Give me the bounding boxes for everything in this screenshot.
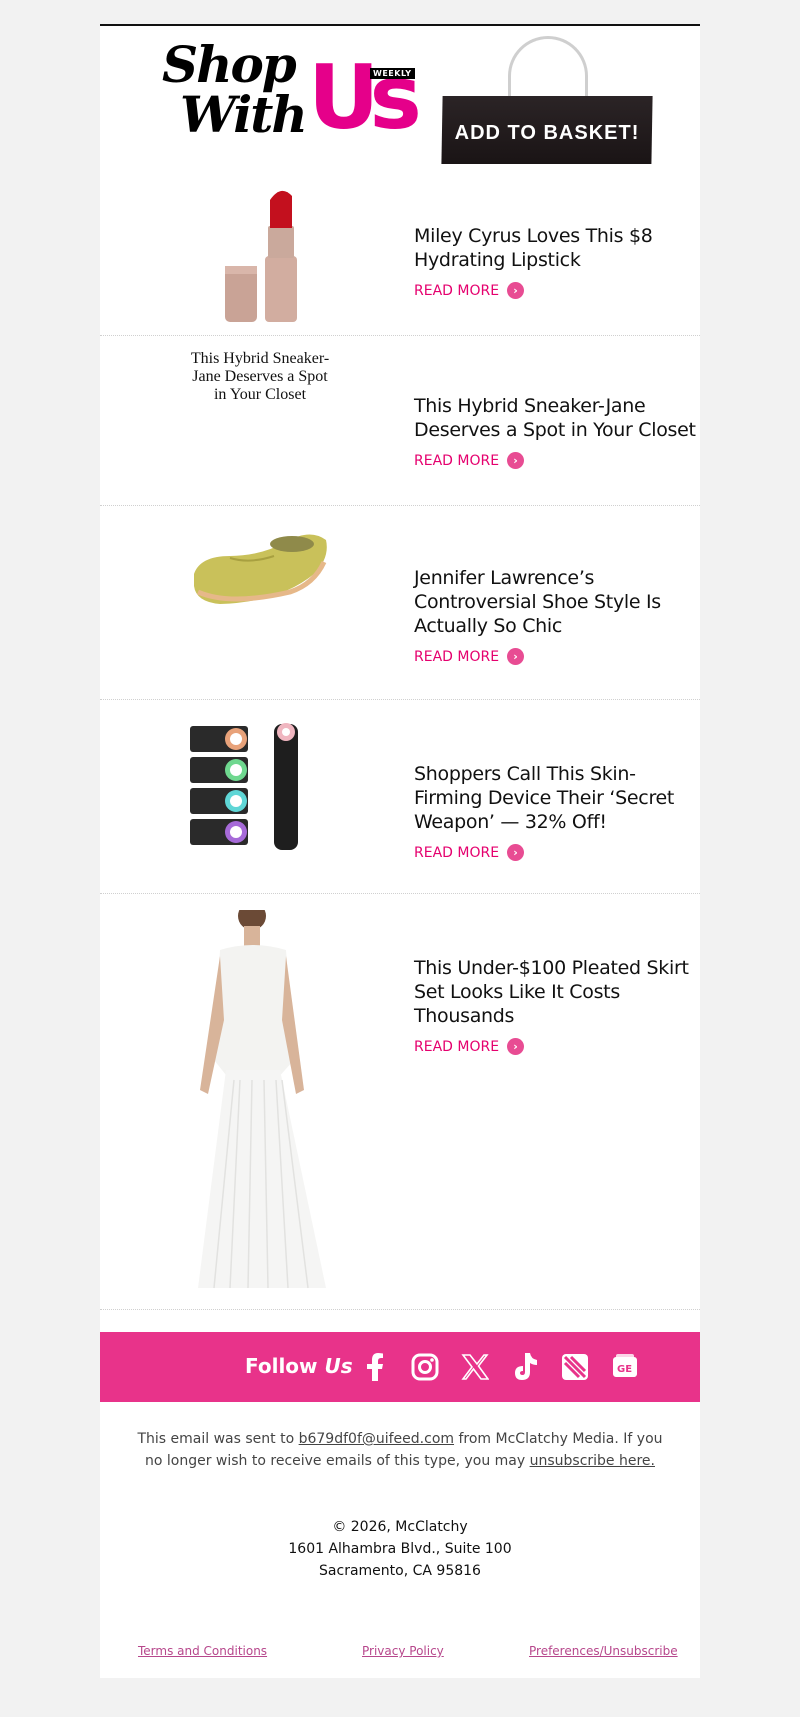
- x-icon[interactable]: [460, 1352, 490, 1382]
- apple-news-icon[interactable]: [560, 1352, 590, 1382]
- follow-us-bar: Follow Us GE: [100, 1332, 700, 1402]
- article-item[interactable]: Shoppers Call This Skin-Firming Device T…: [100, 700, 700, 894]
- privacy-link[interactable]: Privacy Policy: [362, 1644, 444, 1658]
- read-more-label: READ MORE: [414, 844, 500, 861]
- instagram-icon[interactable]: [410, 1352, 440, 1382]
- read-more-link[interactable]: READ MORE ›: [414, 648, 700, 665]
- chevron-right-icon: ›: [507, 844, 525, 861]
- sneaker-jane-image[interactable]: This Hybrid Sneaker-Jane Deserves a Spot…: [190, 350, 330, 404]
- article-item[interactable]: This Hybrid Sneaker-Jane Deserves a Spot…: [100, 336, 700, 506]
- follow-us-label: Follow Us: [245, 1354, 353, 1378]
- google-news-icon[interactable]: GE: [610, 1352, 640, 1382]
- read-more-label: READ MORE: [414, 452, 500, 469]
- article-item[interactable]: Miley Cyrus Loves This $8 Hydrating Lips…: [100, 166, 700, 336]
- follow-us-text: Us: [324, 1354, 353, 1378]
- chevron-right-icon: ›: [507, 282, 525, 299]
- address-line2: Sacramento, CA 95816: [319, 1563, 481, 1579]
- tiktok-icon[interactable]: [510, 1352, 540, 1382]
- article-title[interactable]: Miley Cyrus Loves This $8 Hydrating Lips…: [414, 224, 700, 272]
- unsubscribe-link[interactable]: unsubscribe here.: [530, 1453, 655, 1469]
- preferences-link[interactable]: Preferences/Unsubscribe: [529, 1644, 678, 1658]
- read-more-link[interactable]: READ MORE ›: [414, 844, 700, 861]
- header: Shop With Us WEEKLY ADD TO BASKET!: [100, 26, 700, 166]
- article-item[interactable]: Jennifer Lawrence’s Controversial Shoe S…: [100, 506, 700, 700]
- email-notice: This email was sent to b679df0f@uifeed.c…: [130, 1428, 670, 1472]
- read-more-link[interactable]: READ MORE ›: [414, 282, 700, 299]
- article-title[interactable]: Shoppers Call This Skin-Firming Device T…: [414, 762, 700, 834]
- follow-text: Follow: [245, 1354, 318, 1378]
- add-to-basket-label: ADD TO BASKET!: [454, 122, 640, 144]
- logo-weekly: WEEKLY: [370, 68, 415, 79]
- copyright: © 2026, McClatchy: [332, 1519, 468, 1535]
- terms-link[interactable]: Terms and Conditions: [138, 1644, 267, 1658]
- chevron-right-icon: ›: [507, 648, 525, 665]
- white-dress-image[interactable]: [190, 902, 340, 1296]
- read-more-label: READ MORE: [414, 648, 500, 665]
- shop-with-us-logo[interactable]: Shop With: [162, 40, 308, 144]
- article-item[interactable]: This Under-$100 Pleated Skirt Set Looks …: [100, 894, 700, 1310]
- sent-prefix: This email was sent to: [137, 1431, 295, 1447]
- read-more-link[interactable]: READ MORE ›: [414, 452, 700, 469]
- address-line1: 1601 Alhambra Blvd., Suite 100: [288, 1541, 512, 1557]
- article-title[interactable]: Jennifer Lawrence’s Controversial Shoe S…: [414, 566, 700, 638]
- footer-links: Terms and Conditions Privacy Policy Pref…: [100, 1644, 700, 1664]
- facebook-icon[interactable]: [360, 1352, 390, 1382]
- read-more-label: READ MORE: [414, 282, 500, 299]
- article-title[interactable]: This Hybrid Sneaker-Jane Deserves a Spot…: [414, 394, 700, 442]
- logo-line2: With: [180, 85, 308, 144]
- company-address: © 2026, McClatchy 1601 Alhambra Blvd., S…: [100, 1516, 700, 1582]
- svg-text:GE: GE: [617, 1364, 632, 1375]
- read-more-link[interactable]: READ MORE ›: [414, 1038, 700, 1055]
- skin-device-image[interactable]: [190, 722, 310, 856]
- loafer-image[interactable]: [190, 522, 330, 610]
- chevron-right-icon: ›: [507, 1038, 525, 1055]
- lipstick-image[interactable]: [190, 182, 330, 332]
- read-more-label: READ MORE: [414, 1038, 500, 1055]
- email-link[interactable]: b679df0f@uifeed.com: [299, 1431, 454, 1447]
- email-container: Shop With Us WEEKLY ADD TO BASKET! Miley…: [100, 24, 700, 1678]
- article-title[interactable]: This Under-$100 Pleated Skirt Set Looks …: [414, 956, 700, 1028]
- image-alt-text: This Hybrid Sneaker-Jane Deserves a Spot…: [190, 350, 330, 403]
- chevron-right-icon: ›: [507, 452, 525, 469]
